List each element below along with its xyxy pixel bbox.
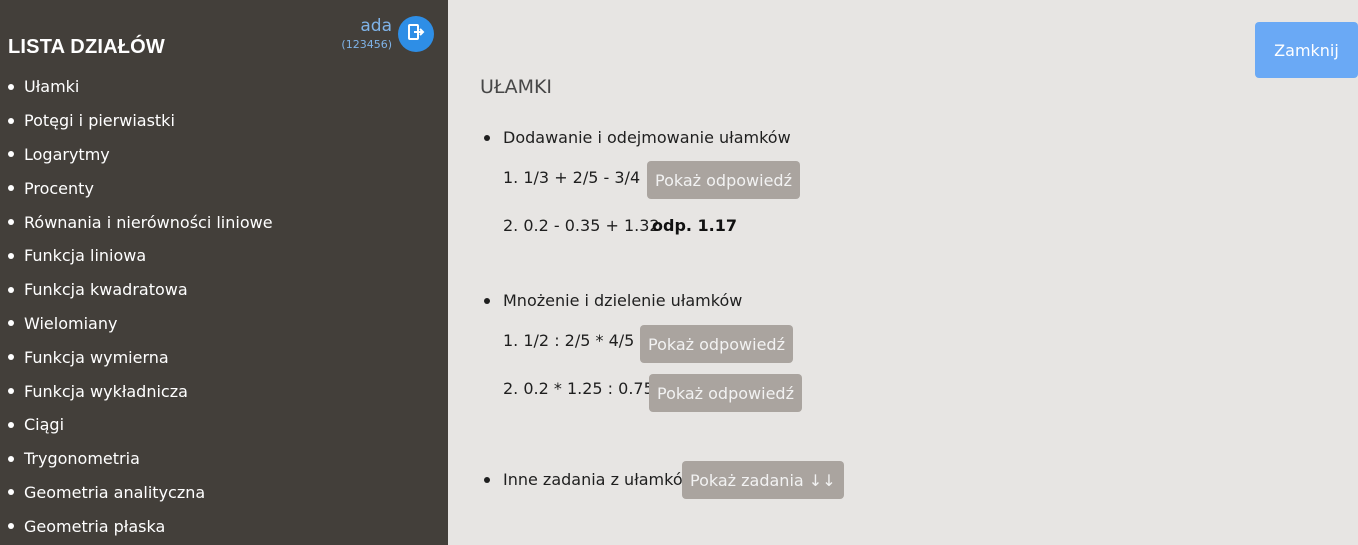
sidebar-title: LISTA DZIAŁÓW (8, 36, 166, 58)
logout-button[interactable] (398, 16, 434, 52)
exercise-text: 1. 1/2 : 2/5 * 4/5 (503, 331, 635, 350)
sidebar-item-trygonometria[interactable]: Trygonometria (0, 442, 273, 476)
user-name[interactable]: ada (341, 16, 392, 36)
sidebar: LISTA DZIAŁÓW ada (123456) Ułamki Potęgi… (0, 0, 448, 545)
sidebar-item-potegi-i-pierwiastki[interactable]: Potęgi i pierwiastki (0, 104, 273, 138)
exercise-text: 2. 0.2 - 0.35 + 1.32 (503, 216, 660, 235)
sidebar-item-geometria-analityczna[interactable]: Geometria analityczna (0, 476, 273, 510)
section-heading-addition: Dodawanie i odejmowanie ułamków (484, 128, 791, 147)
sidebar-item-procenty[interactable]: Procenty (0, 171, 273, 205)
show-answer-button[interactable]: Pokaż odpowiedź (649, 374, 802, 412)
answer-text: odp. 1.17 (652, 216, 738, 235)
sidebar-item-ciagi[interactable]: Ciągi (0, 408, 273, 442)
sidebar-item-funkcja-wykladnicza[interactable]: Funkcja wykładnicza (0, 374, 273, 408)
sidebar-item-wielomiany[interactable]: Wielomiany (0, 307, 273, 341)
sidebar-item-funkcja-kwadratowa[interactable]: Funkcja kwadratowa (0, 273, 273, 307)
sidebar-item-funkcja-wymierna[interactable]: Funkcja wymierna (0, 340, 273, 374)
close-button[interactable]: Zamknij (1255, 22, 1358, 78)
user-info: ada (123456) (341, 16, 392, 51)
sidebar-item-ulamki[interactable]: Ułamki (0, 70, 273, 104)
logout-icon (407, 23, 425, 45)
sidebar-item-logarytmy[interactable]: Logarytmy (0, 138, 273, 172)
section-heading-other-tasks: Inne zadania z ułamków (484, 470, 696, 489)
show-tasks-button[interactable]: Pokaż zadania ↓↓ (682, 461, 844, 499)
user-id: (123456) (341, 38, 392, 51)
page-title: UŁAMKI (480, 76, 553, 98)
show-answer-button[interactable]: Pokaż odpowiedź (647, 161, 800, 199)
section-heading-multiplication: Mnożenie i dzielenie ułamków (484, 291, 742, 310)
show-answer-button[interactable]: Pokaż odpowiedź (640, 325, 793, 363)
sidebar-item-funkcja-liniowa[interactable]: Funkcja liniowa (0, 239, 273, 273)
exercise-text: 1. 1/3 + 2/5 - 3/4 (503, 168, 641, 187)
topic-list: Ułamki Potęgi i pierwiastki Logarytmy Pr… (0, 70, 273, 543)
sidebar-item-geometria-plaska[interactable]: Geometria płaska (0, 509, 273, 543)
sidebar-item-rownania-i-nierownosci[interactable]: Równania i nierówności liniowe (0, 205, 273, 239)
exercise-text: 2. 0.2 * 1.25 : 0.75 (503, 379, 654, 398)
